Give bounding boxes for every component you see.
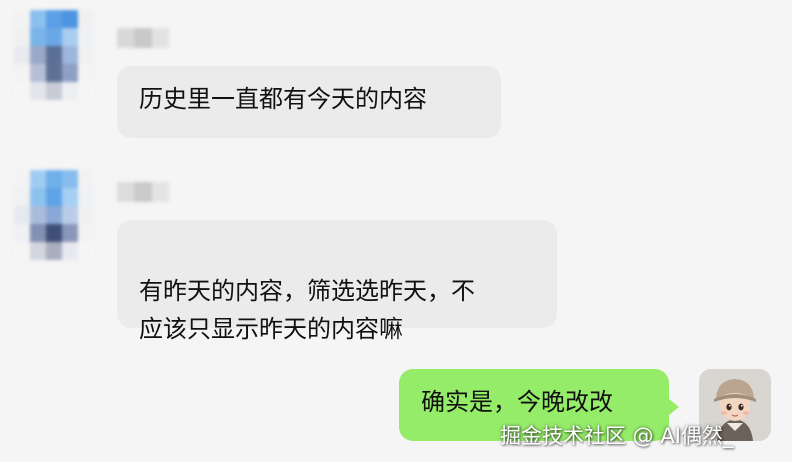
- message-text: 有昨天的内容，筛选选昨天，不 应该只显示昨天的内容嘛: [139, 277, 475, 343]
- sender-avatar-blurred[interactable]: [14, 170, 96, 260]
- message-text: 确实是，今晚改改: [421, 388, 613, 416]
- sender-name-blurred: [117, 182, 169, 202]
- watermark: 掘金技术社区 @ AI偶然_: [500, 424, 734, 448]
- message-text: 历史里一直都有今天的内容: [139, 85, 427, 113]
- sender-avatar-blurred[interactable]: [14, 10, 96, 100]
- sender-name-blurred: [117, 28, 169, 48]
- message-bubble-incoming[interactable]: 历史里一直都有今天的内容: [117, 66, 501, 138]
- message-bubble-incoming[interactable]: 有昨天的内容，筛选选昨天，不 应该只显示昨天的内容嘛: [117, 220, 557, 343]
